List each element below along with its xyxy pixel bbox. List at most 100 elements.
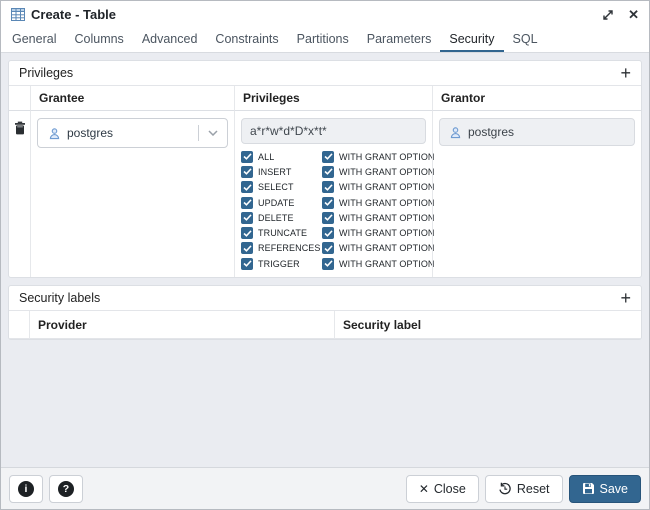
column-header-security-label: Security label bbox=[334, 311, 641, 339]
privilege-label: REFERENCES bbox=[256, 243, 322, 253]
save-button-label: Save bbox=[600, 482, 629, 496]
privilege-row-actions-cell bbox=[9, 111, 30, 277]
add-privilege-button[interactable]: + bbox=[620, 64, 631, 82]
close-icon: ✕ bbox=[628, 8, 639, 21]
grant-option-label: WITH GRANT OPTION bbox=[337, 152, 435, 162]
dialog-footer: i ? ✕ Close Reset bbox=[1, 467, 649, 509]
dialog-title: Create - Table bbox=[31, 7, 116, 22]
column-header-grantor: Grantor bbox=[432, 86, 641, 111]
privilege-checkbox[interactable] bbox=[241, 166, 253, 178]
tab-sql[interactable]: SQL bbox=[504, 28, 547, 52]
add-security-label-button[interactable]: + bbox=[620, 289, 631, 307]
grant-option-checkbox[interactable] bbox=[322, 151, 334, 163]
security-labels-header-spacer bbox=[9, 311, 29, 339]
privilege-label: ALL bbox=[256, 152, 322, 162]
privilege-row-update: UPDATE WITH GRANT OPTION bbox=[241, 195, 426, 210]
tab-partitions[interactable]: Partitions bbox=[288, 28, 358, 52]
save-icon bbox=[582, 482, 595, 495]
tab-general[interactable]: General bbox=[3, 28, 65, 52]
close-x-icon: ✕ bbox=[419, 483, 429, 495]
reset-icon bbox=[498, 482, 512, 496]
close-dialog-button[interactable]: ✕ Close bbox=[406, 475, 479, 503]
privilege-checkbox[interactable] bbox=[241, 212, 253, 224]
privilege-label: TRIGGER bbox=[256, 259, 322, 269]
grant-option-label: WITH GRANT OPTION bbox=[337, 228, 435, 238]
column-header-privileges: Privileges bbox=[234, 86, 432, 111]
create-table-dialog: Create - Table ✕ General Columns Advance… bbox=[0, 0, 650, 510]
privilege-checkbox[interactable] bbox=[241, 227, 253, 239]
tab-constraints[interactable]: Constraints bbox=[206, 28, 287, 52]
grant-option-label: WITH GRANT OPTION bbox=[337, 259, 435, 269]
chevron-down-icon bbox=[199, 130, 227, 136]
privileges-table-header-spacer bbox=[9, 86, 30, 111]
table-icon bbox=[11, 8, 25, 21]
grant-option-checkbox[interactable] bbox=[322, 227, 334, 239]
privilege-label: INSERT bbox=[256, 167, 322, 177]
delete-row-button[interactable] bbox=[14, 121, 26, 271]
trash-icon bbox=[14, 121, 26, 135]
privilege-label: DELETE bbox=[256, 213, 322, 223]
info-icon: i bbox=[18, 481, 34, 497]
privilege-row-insert: INSERT WITH GRANT OPTION bbox=[241, 164, 426, 179]
grant-option-label: WITH GRANT OPTION bbox=[337, 243, 435, 253]
grantor-field: postgres bbox=[439, 118, 635, 146]
privilege-row-references: REFERENCES WITH GRANT OPTION bbox=[241, 241, 426, 256]
grantee-select[interactable]: postgres bbox=[37, 118, 228, 148]
security-labels-section: Security labels + Provider Security labe… bbox=[8, 285, 642, 340]
privilege-checkbox-list: ALL WITH GRANT OPTION INSERT WITH GRANT … bbox=[241, 149, 426, 271]
grant-option-checkbox[interactable] bbox=[322, 242, 334, 254]
reset-button[interactable]: Reset bbox=[485, 475, 563, 503]
tab-columns[interactable]: Columns bbox=[65, 28, 132, 52]
privilege-row-delete: DELETE WITH GRANT OPTION bbox=[241, 210, 426, 225]
grant-option-label: WITH GRANT OPTION bbox=[337, 167, 435, 177]
privilege-label: UPDATE bbox=[256, 198, 322, 208]
column-header-grantee: Grantee bbox=[30, 86, 234, 111]
grantee-cell: postgres bbox=[30, 111, 234, 277]
privileges-section-header: Privileges + bbox=[9, 61, 641, 86]
privilege-row-select: SELECT WITH GRANT OPTION bbox=[241, 180, 426, 195]
grant-option-checkbox[interactable] bbox=[322, 197, 334, 209]
security-labels-section-header: Security labels + bbox=[9, 286, 641, 311]
close-button[interactable]: ✕ bbox=[628, 8, 639, 21]
reset-button-label: Reset bbox=[517, 482, 550, 496]
dialog-help-button[interactable]: ? bbox=[49, 475, 83, 503]
close-button-label: Close bbox=[434, 482, 466, 496]
save-button[interactable]: Save bbox=[569, 475, 642, 503]
grantee-value: postgres bbox=[67, 126, 113, 140]
tab-parameters[interactable]: Parameters bbox=[358, 28, 441, 52]
tab-security[interactable]: Security bbox=[440, 28, 503, 52]
privileges-table: Grantee Privileges Grantor bbox=[9, 86, 641, 277]
privileges-string-input[interactable] bbox=[241, 118, 426, 144]
help-icon: ? bbox=[58, 481, 74, 497]
privilege-checkbox[interactable] bbox=[241, 181, 253, 193]
grantor-value: postgres bbox=[468, 125, 514, 139]
sql-help-button[interactable]: i bbox=[9, 475, 43, 503]
grant-option-checkbox[interactable] bbox=[322, 258, 334, 270]
grantor-cell: postgres bbox=[432, 111, 641, 277]
grant-option-label: WITH GRANT OPTION bbox=[337, 198, 435, 208]
security-labels-table: Provider Security label bbox=[9, 311, 641, 339]
grant-option-checkbox[interactable] bbox=[322, 181, 334, 193]
tab-advanced[interactable]: Advanced bbox=[133, 28, 207, 52]
privilege-checkbox[interactable] bbox=[241, 242, 253, 254]
user-icon bbox=[48, 127, 61, 140]
grant-option-checkbox[interactable] bbox=[322, 166, 334, 178]
maximize-button[interactable] bbox=[602, 9, 614, 21]
privilege-checkbox[interactable] bbox=[241, 258, 253, 270]
title-bar: Create - Table ✕ bbox=[1, 1, 649, 28]
privileges-cell: ALL WITH GRANT OPTION INSERT WITH GRANT … bbox=[234, 111, 432, 277]
expand-icon bbox=[602, 9, 614, 21]
security-tab-panel: Privileges + Grantee Privileges Grantor bbox=[1, 53, 649, 467]
privilege-label: SELECT bbox=[256, 182, 322, 192]
privilege-label: TRUNCATE bbox=[256, 228, 322, 238]
privilege-row-truncate: TRUNCATE WITH GRANT OPTION bbox=[241, 225, 426, 240]
security-labels-section-title: Security labels bbox=[19, 291, 100, 305]
grant-option-checkbox[interactable] bbox=[322, 212, 334, 224]
privilege-checkbox[interactable] bbox=[241, 197, 253, 209]
grant-option-label: WITH GRANT OPTION bbox=[337, 182, 435, 192]
privilege-row-trigger: TRIGGER WITH GRANT OPTION bbox=[241, 256, 426, 271]
privileges-section-title: Privileges bbox=[19, 66, 73, 80]
privilege-checkbox[interactable] bbox=[241, 151, 253, 163]
user-icon bbox=[449, 126, 462, 139]
grant-option-label: WITH GRANT OPTION bbox=[337, 213, 435, 223]
